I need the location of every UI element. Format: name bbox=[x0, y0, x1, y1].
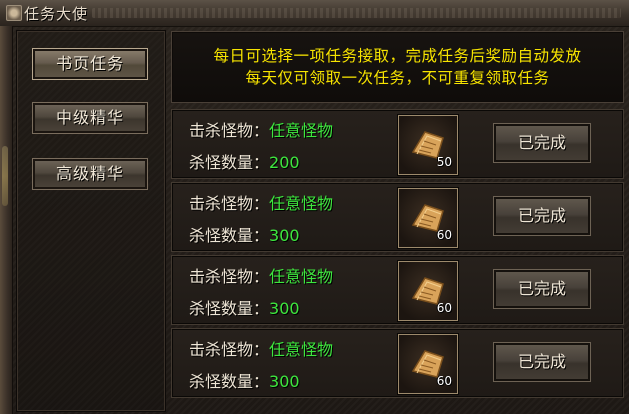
kill-target-line: 击杀怪物：任意怪物 bbox=[189, 336, 333, 360]
reward-slot[interactable]: 50 bbox=[397, 114, 459, 176]
kill-count-label: 杀怪数量： bbox=[189, 153, 270, 172]
tab-advanced-essence[interactable]: 高级精华 bbox=[32, 158, 148, 190]
kill-target-line: 击杀怪物：任意怪物 bbox=[189, 263, 333, 287]
kill-target-label: 击杀怪物： bbox=[189, 340, 270, 359]
kill-count-value: 300 bbox=[269, 372, 300, 391]
reward-count: 60 bbox=[436, 301, 452, 315]
kill-target-label: 击杀怪物： bbox=[189, 121, 270, 140]
task-row: 击杀怪物：任意怪物 杀怪数量：200 50 已完成 bbox=[171, 109, 624, 179]
kill-count-label: 杀怪数量： bbox=[189, 226, 270, 245]
status-completed-button[interactable]: 已完成 bbox=[493, 269, 591, 309]
rules-notice: 每日可选择一项任务接取，完成任务后奖励自动发放 每天仅可领取一次任务，不可重复领… bbox=[171, 31, 624, 103]
kill-target-value: 任意怪物 bbox=[269, 340, 334, 359]
kill-count-line: 杀怪数量：300 bbox=[189, 295, 300, 319]
tab-book-page-task[interactable]: 书页任务 bbox=[32, 48, 148, 80]
kill-count-line: 杀怪数量：200 bbox=[189, 149, 300, 173]
kill-count-value: 200 bbox=[269, 153, 300, 172]
notice-line-2: 每天仅可领取一次任务，不可重复领取任务 bbox=[245, 69, 550, 87]
kill-count-value: 300 bbox=[269, 299, 300, 318]
reward-count: 60 bbox=[436, 228, 452, 242]
window-title: 任务大使 bbox=[24, 5, 89, 23]
tab-intermediate-essence[interactable]: 中级精华 bbox=[32, 102, 148, 134]
window-left-edge bbox=[0, 26, 13, 414]
reward-slot[interactable]: 60 bbox=[397, 260, 459, 322]
status-completed-button[interactable]: 已完成 bbox=[493, 342, 591, 382]
window-emblem-icon bbox=[6, 5, 22, 21]
kill-count-label: 杀怪数量： bbox=[189, 372, 270, 391]
task-row: 击杀怪物：任意怪物 杀怪数量：300 60 已完成 bbox=[171, 328, 624, 398]
reward-count: 60 bbox=[436, 374, 452, 388]
notice-line-1: 每日可选择一项任务接取，完成任务后奖励自动发放 bbox=[213, 47, 582, 65]
category-sidebar: 书页任务 中级精华 高级精华 bbox=[16, 30, 166, 412]
kill-target-label: 击杀怪物： bbox=[189, 194, 270, 213]
kill-target-line: 击杀怪物：任意怪物 bbox=[189, 190, 333, 214]
title-bar[interactable]: 任务大使 bbox=[0, 0, 629, 27]
reward-slot[interactable]: 60 bbox=[397, 187, 459, 249]
task-row: 击杀怪物：任意怪物 杀怪数量：300 60 已完成 bbox=[171, 182, 624, 252]
reward-slot[interactable]: 60 bbox=[397, 333, 459, 395]
reward-count: 50 bbox=[436, 155, 452, 169]
kill-count-label: 杀怪数量： bbox=[189, 299, 270, 318]
task-panel: 每日可选择一项任务接取，完成任务后奖励自动发放 每天仅可领取一次任务，不可重复领… bbox=[170, 30, 625, 410]
task-row: 击杀怪物：任意怪物 杀怪数量：300 60 已完成 bbox=[171, 255, 624, 325]
kill-count-line: 杀怪数量：300 bbox=[189, 368, 300, 392]
kill-target-value: 任意怪物 bbox=[269, 121, 334, 140]
status-completed-button[interactable]: 已完成 bbox=[493, 196, 591, 236]
status-completed-button[interactable]: 已完成 bbox=[493, 123, 591, 163]
kill-target-value: 任意怪物 bbox=[269, 267, 334, 286]
task-envoy-window: 任务大使 书页任务 中级精华 高级精华 每日可选择一项任务接取，完成任务后奖励自… bbox=[0, 0, 629, 414]
kill-target-line: 击杀怪物：任意怪物 bbox=[189, 117, 333, 141]
kill-count-line: 杀怪数量：300 bbox=[189, 222, 300, 246]
kill-target-label: 击杀怪物： bbox=[189, 267, 270, 286]
kill-count-value: 300 bbox=[269, 226, 300, 245]
kill-target-value: 任意怪物 bbox=[269, 194, 334, 213]
